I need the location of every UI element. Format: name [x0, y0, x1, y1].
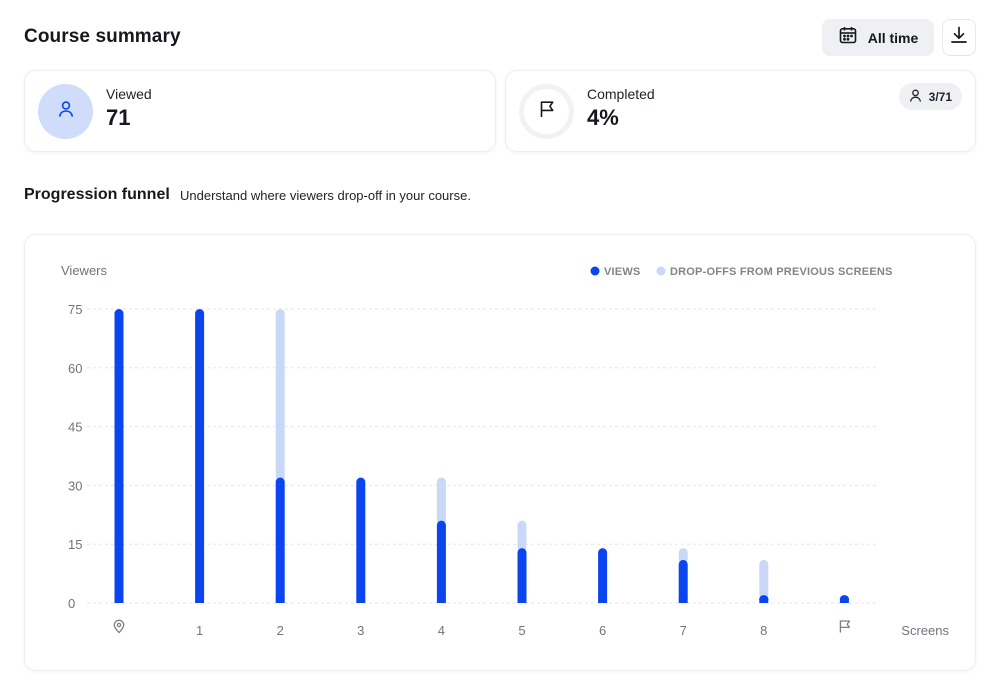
- x-axis-ticks: 1 2 3 4 5 6 7 8: [113, 619, 851, 638]
- bar-views: [517, 548, 527, 603]
- bar-views: [356, 477, 366, 603]
- completed-value: 4%: [587, 105, 619, 130]
- page-title: Course summary: [24, 26, 181, 47]
- x-tick-label: 8: [760, 623, 767, 638]
- viewed-label: Viewed: [106, 86, 152, 102]
- bar-views-base: [195, 598, 205, 603]
- legend-dropoffs-marker: [656, 266, 666, 276]
- bar-views-base: [517, 598, 527, 603]
- funnel-chart-card: 0 15 30 45 60 75 12345678 Viewers Screens VIE…: [24, 234, 976, 671]
- y-tick-label: 0: [68, 596, 75, 611]
- y-tick-label: 15: [68, 537, 82, 552]
- y-axis-label: Viewers: [61, 263, 108, 278]
- completed-card: Completed 4% 3/71: [505, 70, 976, 152]
- bar-views: [275, 477, 285, 603]
- x-tick-label: 5: [518, 623, 525, 638]
- y-axis-ticks: 0 15 30 45 60 75: [68, 302, 82, 611]
- completed-ratio-badge: 3/71: [898, 83, 962, 110]
- legend-views-marker: [590, 266, 600, 276]
- user-icon: [908, 88, 923, 106]
- chart-legend: VIEWS DROP-OFFS FROM PREVIOUS SCREENS: [590, 266, 893, 278]
- x-tick-label: 1: [196, 623, 203, 638]
- bar-views-base: [678, 598, 688, 603]
- completed-ratio-text: 3/71: [928, 89, 952, 104]
- bar-views-base: [759, 598, 769, 603]
- bar-dropoff: [759, 559, 769, 600]
- legend-dropoffs-label: DROP-OFFS FROM PREVIOUS SCREENS: [670, 266, 893, 278]
- bar-views: [678, 559, 688, 603]
- viewed-icon-circle: [38, 84, 93, 139]
- section-title: Progression funnel: [24, 186, 170, 203]
- bar-views-base: [839, 598, 849, 603]
- x-tick-label: 3: [357, 623, 364, 638]
- x-tick-label: 2: [277, 623, 284, 638]
- x-tick-label: 7: [680, 623, 687, 638]
- x-tick-label: 4: [438, 623, 445, 638]
- bar-views: [114, 309, 124, 603]
- pin-dot: [116, 622, 122, 628]
- bar-views-base: [275, 598, 285, 603]
- flag-icon: [537, 99, 557, 124]
- legend-views-label: VIEWS: [604, 266, 640, 278]
- funnel-chart: 01530456075 12345678 Viewers Screens VIE…: [61, 263, 949, 638]
- location-pin-icon: [113, 619, 125, 634]
- x-tick-label: 6: [599, 623, 606, 638]
- viewed-value: 71: [106, 105, 131, 130]
- user-icon: [56, 99, 76, 124]
- chart-grid: [87, 308, 877, 604]
- y-tick-label: 75: [68, 302, 82, 317]
- time-filter-label: All time: [867, 29, 919, 46]
- bar-views-base: [356, 598, 366, 603]
- completed-icon-circle: [519, 84, 574, 139]
- bar-dropoff: [275, 309, 285, 482]
- completed-label: Completed: [587, 86, 655, 102]
- bar-views: [598, 548, 608, 603]
- bar-dropoff: [517, 520, 527, 553]
- y-tick-label: 30: [68, 478, 82, 493]
- viewed-card: Viewed 71: [24, 70, 496, 152]
- calendar-icon: [838, 25, 858, 50]
- flag-cloth: [840, 620, 851, 629]
- bar-views-base: [436, 598, 446, 603]
- section-subtitle: Understand where viewers drop-off in you…: [180, 188, 471, 203]
- download-icon: [949, 25, 969, 50]
- y-tick-label: 45: [68, 420, 82, 435]
- chart-bars: [114, 309, 849, 603]
- bar-views-base: [598, 598, 608, 603]
- header: Course summary All time: [24, 18, 976, 58]
- flag-icon: [839, 620, 851, 633]
- x-axis-label: Screens: [901, 623, 949, 638]
- bar-views: [436, 520, 446, 603]
- bar-dropoff: [436, 477, 446, 525]
- bar-views: [195, 309, 205, 603]
- bar-views-base: [114, 598, 124, 603]
- time-filter-button[interactable]: All time: [822, 19, 934, 56]
- y-tick-label: 60: [68, 361, 82, 376]
- download-button[interactable]: [942, 19, 976, 56]
